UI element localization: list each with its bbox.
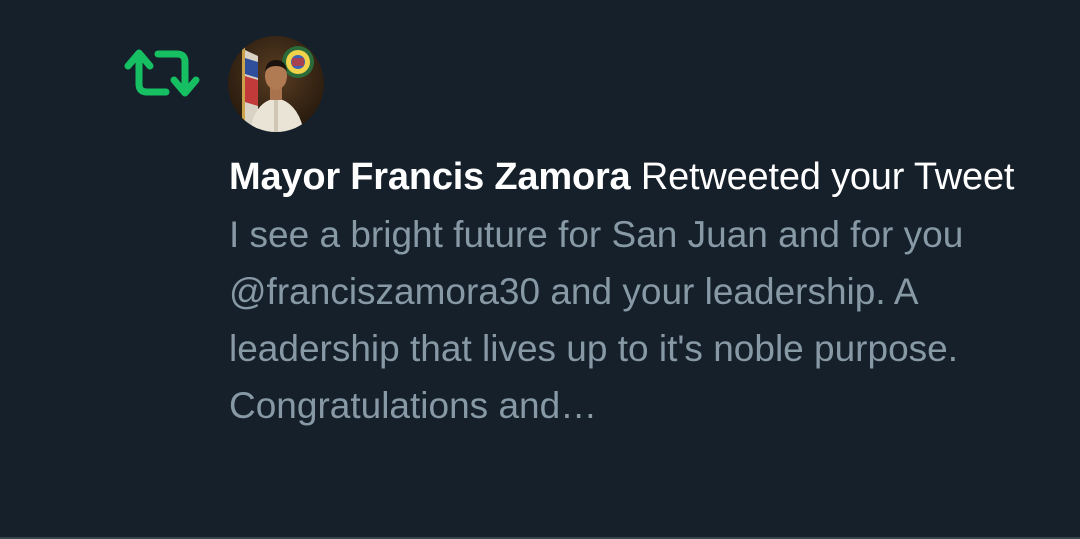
avatar[interactable] — [228, 36, 324, 132]
retweet-notification[interactable]: Mayor Francis Zamora Retweeted your Twee… — [0, 0, 1080, 539]
tweet-text[interactable]: I see a bright future for San Juan and f… — [229, 206, 1039, 434]
notification-headline: Mayor Francis Zamora Retweeted your Twee… — [229, 148, 1039, 206]
avatar-photo — [228, 36, 324, 132]
actor-name[interactable]: Mayor Francis Zamora — [229, 156, 631, 198]
notification-content: Mayor Francis Zamora Retweeted your Twee… — [229, 148, 1039, 434]
action-text: Retweeted your Tweet — [640, 156, 1015, 198]
retweet-icon — [124, 49, 200, 97]
